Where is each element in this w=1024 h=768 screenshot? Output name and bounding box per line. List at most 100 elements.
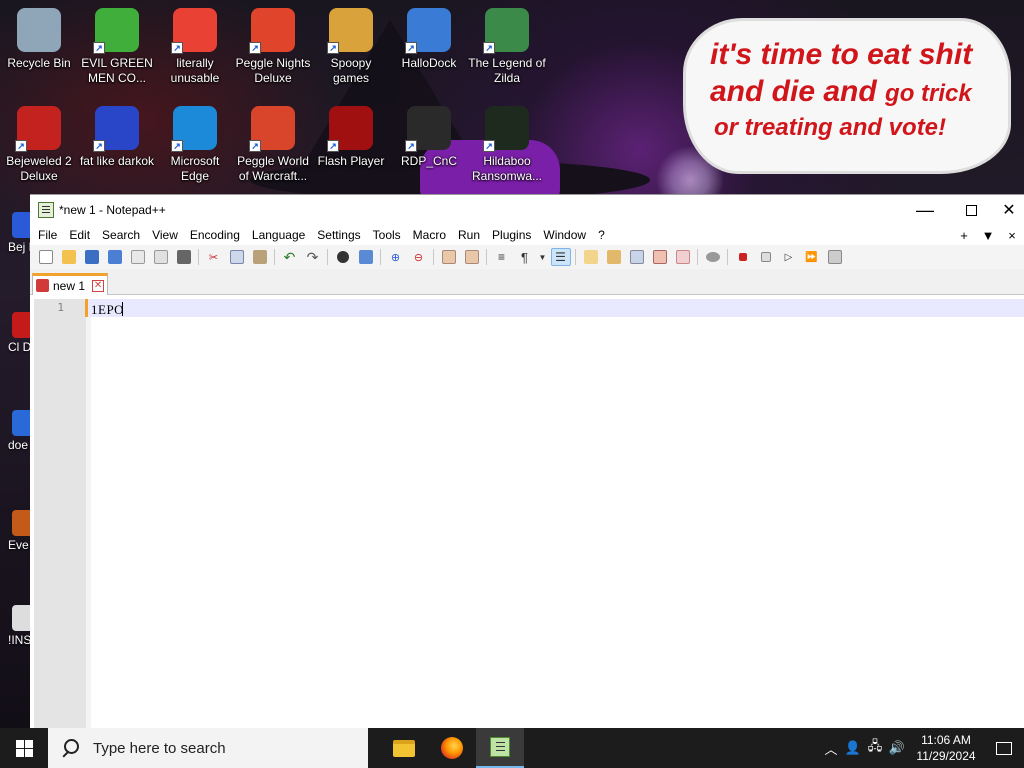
taskbar-file-explorer[interactable]: [380, 728, 428, 768]
desktop-icon-label: Hildaboo Ransomwa...: [471, 154, 543, 183]
tab-new-1[interactable]: new 1 ✕: [32, 273, 108, 295]
desktop-icon-label: The Legend of Zilda: [468, 56, 546, 85]
desktop-icon[interactable]: ↗ HalloDock: [390, 8, 468, 71]
edge-icon: ↗: [171, 106, 217, 152]
desktop-icon[interactable]: ↗ The Legend of Zilda: [468, 8, 546, 86]
notepadpp-window: *new 1 - Notepad++ — ✕ File Edit Search …: [30, 194, 1024, 729]
maximize-button[interactable]: [948, 195, 994, 225]
minimize-button[interactable]: —: [902, 195, 948, 225]
new-file-icon[interactable]: [36, 248, 56, 266]
taskbar-firefox[interactable]: [428, 728, 476, 768]
print-icon[interactable]: [174, 248, 194, 266]
user-status-icon[interactable]: 👤: [842, 728, 864, 768]
play-macro-icon[interactable]: ▷: [779, 248, 799, 266]
desktop-icon[interactable]: ↗ RDP_CnC: [390, 106, 468, 169]
desktop-icon[interactable]: ↗ Microsoft Edge: [156, 106, 234, 184]
volume-icon[interactable]: 🔊: [886, 728, 908, 768]
desktop-icon[interactable]: ↗ Hildaboo Ransomwa...: [468, 106, 546, 184]
menu-window[interactable]: Window: [537, 228, 592, 242]
peggle-icon: ↗: [249, 8, 295, 54]
menu-macro[interactable]: Macro: [407, 228, 452, 242]
menu-tools[interactable]: Tools: [367, 228, 407, 242]
monitoring-icon[interactable]: [703, 248, 723, 266]
copy-icon[interactable]: [227, 248, 247, 266]
menu-view[interactable]: View: [146, 228, 184, 242]
shortcut-arrow-icon: ↗: [405, 140, 417, 152]
function-list-icon[interactable]: [650, 248, 670, 266]
desktop-icon[interactable]: ↗ Bejeweled 2 Deluxe: [0, 106, 78, 184]
sync-vertical-icon[interactable]: [439, 248, 459, 266]
udl-icon[interactable]: [581, 248, 601, 266]
network-icon[interactable]: 🖧: [864, 728, 886, 768]
desktop-icon[interactable]: ↗ Flash Player: [312, 106, 390, 169]
run-macro-multiple-icon[interactable]: ⏩: [802, 248, 822, 266]
shortcut-arrow-icon: ↗: [327, 42, 339, 54]
menu-file[interactable]: File: [32, 228, 63, 242]
tab-list-dropdown-button[interactable]: ▼: [976, 228, 1000, 243]
doc-list-icon[interactable]: [627, 248, 647, 266]
menu-encoding[interactable]: Encoding: [184, 228, 246, 242]
tab-close-icon[interactable]: ✕: [92, 279, 105, 292]
desktop-icon[interactable]: Recycle Bin: [0, 8, 78, 71]
desktop-icon-partial[interactable]: Cl D: [0, 312, 30, 354]
zoom-in-icon[interactable]: ⊕: [386, 248, 406, 266]
new-tab-plus-button[interactable]: +: [952, 228, 976, 243]
close-file-icon[interactable]: [128, 248, 148, 266]
clock-date: 11/29/2024: [916, 749, 976, 763]
undo-icon[interactable]: ↶: [280, 248, 300, 266]
record-macro-icon[interactable]: [733, 248, 753, 266]
folder-workspace-icon[interactable]: [673, 248, 693, 266]
close-all-icon[interactable]: [151, 248, 171, 266]
desktop-icon[interactable]: ↗ literally unusable: [156, 8, 234, 86]
notification-center-button[interactable]: [984, 728, 1024, 768]
menu-language[interactable]: Language: [246, 228, 311, 242]
editor-text[interactable]: 1EPO: [91, 302, 124, 318]
chevron-down-icon[interactable]: ▼: [538, 248, 548, 266]
menu-edit[interactable]: Edit: [63, 228, 96, 242]
editor-area[interactable]: 1 1EPO: [30, 299, 1024, 729]
change-history-marker: [85, 299, 88, 317]
menu-settings[interactable]: Settings: [311, 228, 366, 242]
menu-plugins[interactable]: Plugins: [486, 228, 537, 242]
desktop-icon[interactable]: ↗ fat like darkok: [78, 106, 156, 169]
taskbar-search-box[interactable]: Type here to search: [48, 728, 368, 768]
notification-icon: [996, 741, 1012, 755]
close-doc-button[interactable]: ×: [1000, 228, 1024, 243]
app-icon: [12, 410, 30, 436]
doc-map-icon[interactable]: [604, 248, 624, 266]
desktop-icon-label: Peggle World of Warcraft...: [237, 154, 309, 183]
chevron-up-icon[interactable]: ︿: [820, 728, 842, 768]
save-all-icon[interactable]: [105, 248, 125, 266]
desktop-icon-partial[interactable]: !INST: [0, 605, 30, 647]
zoom-out-icon[interactable]: ⊖: [409, 248, 429, 266]
cut-icon[interactable]: ✂: [204, 248, 224, 266]
line-number-gutter: [34, 299, 86, 729]
title-bar[interactable]: *new 1 - Notepad++ — ✕: [30, 195, 1024, 225]
replace-icon[interactable]: [356, 248, 376, 266]
close-button[interactable]: ✕: [994, 195, 1024, 225]
paste-icon[interactable]: [250, 248, 270, 266]
show-all-chars-icon[interactable]: ¶: [515, 248, 535, 266]
desktop-icon-partial[interactable]: Eve: [0, 510, 30, 552]
indent-guide-icon[interactable]: ☰: [550, 248, 571, 266]
desktop-icon[interactable]: ↗ Peggle Nights Deluxe: [234, 8, 312, 86]
desktop-icon[interactable]: ↗ Peggle World of Warcraft...: [234, 106, 312, 184]
redo-icon[interactable]: ↷: [303, 248, 323, 266]
desktop-icon[interactable]: ↗ Spoopy games: [312, 8, 390, 86]
open-file-icon[interactable]: [59, 248, 79, 266]
desktop-icon-partial[interactable]: Bej D: [0, 212, 30, 254]
save-icon[interactable]: [82, 248, 102, 266]
sync-horizontal-icon[interactable]: [462, 248, 482, 266]
desktop-icon-partial[interactable]: doe: [0, 410, 30, 452]
menu-search[interactable]: Search: [96, 228, 146, 242]
desktop-icon[interactable]: ↗ EVIL GREEN MEN CO...: [78, 8, 156, 86]
start-button[interactable]: [0, 728, 48, 768]
find-icon[interactable]: [333, 248, 353, 266]
word-wrap-icon[interactable]: ≡: [492, 248, 512, 266]
menu-run[interactable]: Run: [452, 228, 486, 242]
clock[interactable]: 11:06 AM 11/29/2024: [908, 732, 984, 764]
menu-help[interactable]: ?: [592, 228, 611, 242]
taskbar-notepadpp[interactable]: [476, 728, 524, 768]
save-macro-icon[interactable]: [825, 248, 845, 266]
stop-macro-icon[interactable]: [756, 248, 776, 266]
